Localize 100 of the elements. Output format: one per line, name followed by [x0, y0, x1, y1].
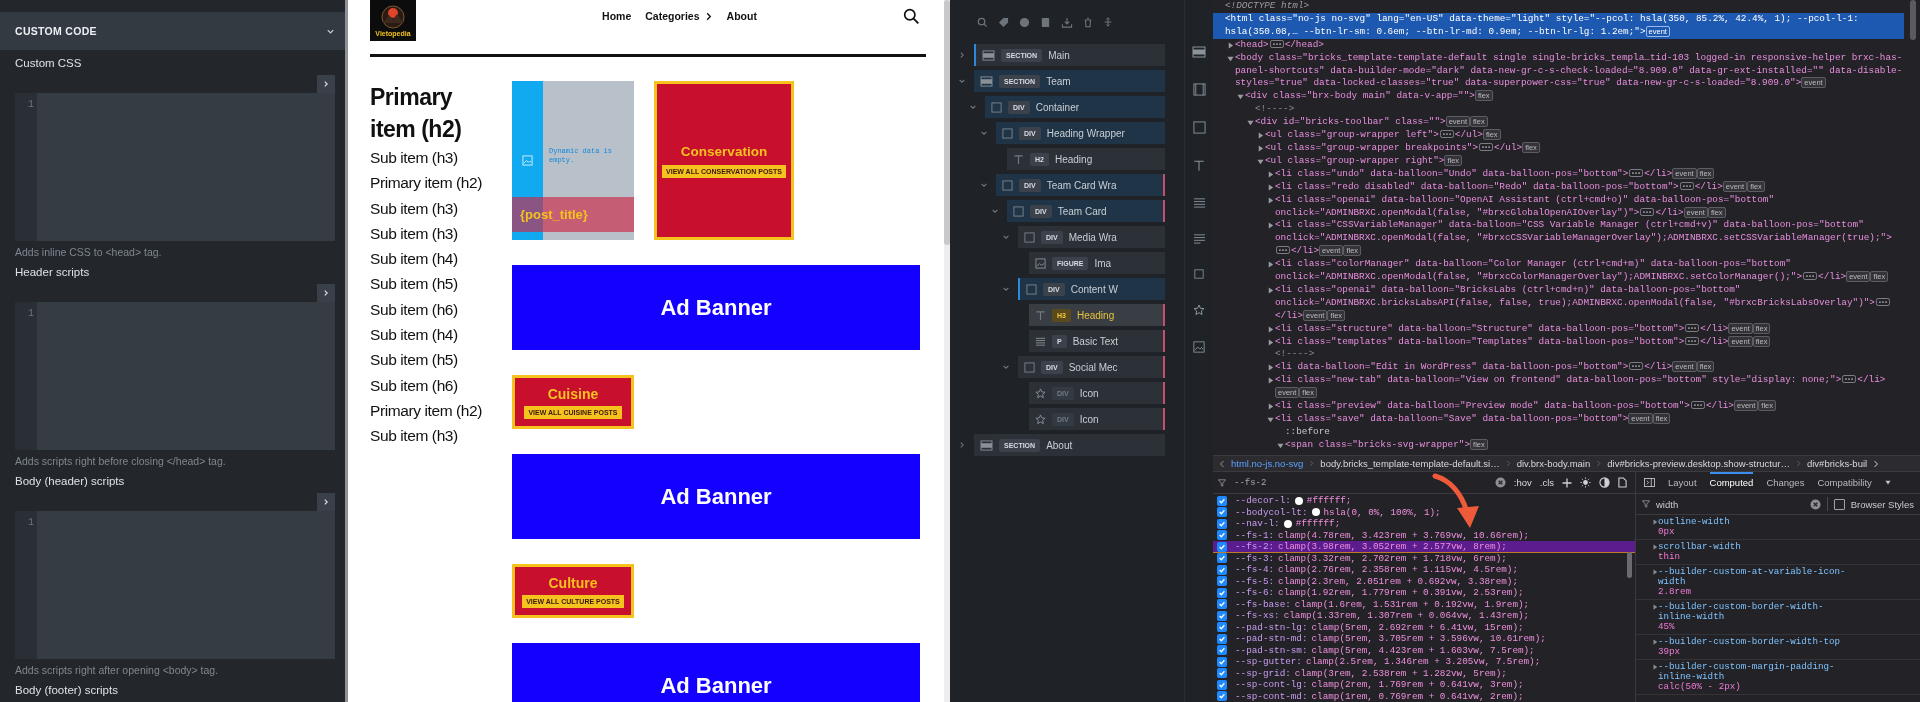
checkbox[interactable]: [1833, 498, 1845, 510]
ellipsis-icon[interactable]: [1629, 168, 1644, 177]
checkbox[interactable]: [1217, 530, 1227, 541]
property-name[interactable]: --builder-custom-border-width-inline-width: [1658, 602, 1858, 622]
caret-icon[interactable]: [1884, 480, 1891, 485]
disclosure-icon[interactable]: [1652, 639, 1658, 645]
breadcrumb[interactable]: html.no-js.no-svg: [1231, 458, 1304, 469]
disclosure-icon[interactable]: [1266, 222, 1274, 230]
clear-icon[interactable]: [1494, 477, 1506, 488]
checkbox[interactable]: [1217, 633, 1227, 644]
ellipsis-icon[interactable]: [1640, 207, 1655, 216]
scrollbar-thumb[interactable]: [944, 0, 950, 245]
ellipsis-icon[interactable]: [1479, 142, 1494, 151]
toc-link[interactable]: Sub item (h3): [370, 145, 512, 171]
image-icon[interactable]: [1193, 341, 1205, 353]
toc-link[interactable]: Sub item (h5): [370, 271, 512, 297]
disclosure-icon[interactable]: [1266, 403, 1274, 411]
trash-icon[interactable]: [1083, 16, 1093, 28]
toc-link[interactable]: Sub item (h3): [370, 423, 512, 449]
disclosure-icon[interactable]: [1266, 338, 1274, 346]
globe-icon[interactable]: [1019, 16, 1030, 28]
property-value[interactable]: clamp(4.78rem, 3.423rem + 3.769vw, 10.66rem);: [1278, 529, 1530, 541]
checkbox-label[interactable]: Browser Styles: [1850, 498, 1914, 510]
ellipsis-icon[interactable]: [1685, 323, 1700, 332]
toc-link[interactable]: Sub item (h6): [370, 296, 512, 323]
ellipsis-icon[interactable]: [1875, 297, 1890, 306]
property-name[interactable]: --builder-custom-at-variable-icon-width: [1658, 567, 1858, 587]
disclosure-icon[interactable]: [1256, 144, 1264, 152]
chevron-icon[interactable]: [1002, 285, 1010, 293]
property-value[interactable]: clamp(3.98rem, 3.052rem + 2.577vw, 8rem);: [1278, 541, 1507, 553]
chevron-icon[interactable]: [980, 129, 988, 137]
panel-tab[interactable]: Compatibility: [1817, 472, 1872, 493]
checkbox[interactable]: [1217, 599, 1227, 610]
property-value[interactable]: clamp(5rem, 3.705rem + 3.596vw, 10.61rem);: [1311, 633, 1546, 645]
checkbox[interactable]: [1217, 576, 1227, 587]
disclosure-icon[interactable]: [1256, 132, 1264, 139]
checkbox[interactable]: [1217, 668, 1227, 679]
disclosure-icon[interactable]: [1266, 170, 1274, 178]
ellipsis-icon[interactable]: [1842, 375, 1857, 384]
disclosure-icon[interactable]: [1266, 196, 1274, 204]
disclosure-icon[interactable]: [1276, 441, 1284, 449]
property-name[interactable]: --fs-base:: [1235, 598, 1291, 610]
breadcrumb[interactable]: div.brx-body.main: [1516, 458, 1591, 469]
disclosure-icon[interactable]: [1266, 325, 1274, 333]
disclosure-icon[interactable]: [1652, 569, 1658, 575]
container-icon[interactable]: [1192, 83, 1206, 96]
property-name[interactable]: --fs-3:: [1235, 552, 1275, 564]
disclosure-icon[interactable]: [1652, 519, 1658, 525]
ellipsis-icon[interactable]: [1629, 362, 1644, 371]
color-swatch[interactable]: [1311, 508, 1320, 517]
disclosure-icon[interactable]: [1652, 544, 1658, 550]
disclosure-icon[interactable]: [1236, 93, 1244, 101]
chevron-icon[interactable]: [991, 207, 999, 215]
property-name[interactable]: outline-width: [1658, 517, 1730, 527]
ellipsis-icon[interactable]: [1690, 401, 1705, 410]
property-name[interactable]: --sp-cont-md:: [1235, 690, 1308, 702]
property-value[interactable]: clamp(1rem, 0.769rem + 0.641vw, 2rem);: [1311, 690, 1524, 702]
property-value[interactable]: clamp(2.3rem, 2.051rem + 0.692vw, 3.38rem);: [1278, 575, 1518, 587]
checkbox[interactable]: [1217, 518, 1227, 529]
expand-icon[interactable]: [1103, 16, 1113, 28]
toolbar-button[interactable]: .cls: [1539, 477, 1554, 488]
toc-link[interactable]: Sub item (h4): [370, 246, 512, 272]
property-name[interactable]: scrollbar-width: [1658, 542, 1741, 552]
text-lines-icon[interactable]: [1192, 233, 1206, 244]
tag-icon[interactable]: [998, 16, 1009, 28]
disclosure-icon[interactable]: [1266, 364, 1274, 372]
property-name[interactable]: --fs-2:: [1235, 541, 1275, 553]
checkbox[interactable]: [1217, 645, 1227, 656]
filter-field[interactable]: --fs-2: [1234, 477, 1487, 488]
download-icon[interactable]: [1061, 16, 1073, 28]
disclosure-icon[interactable]: [1266, 261, 1274, 269]
toc-link[interactable]: Sub item (h3): [370, 220, 512, 247]
chevron-icon[interactable]: [1002, 233, 1010, 241]
toc-link[interactable]: Sub item (h5): [370, 347, 512, 373]
chevron-icon[interactable]: [1002, 363, 1010, 371]
ellipsis-icon[interactable]: [1685, 336, 1700, 345]
property-name[interactable]: --decor-l:: [1235, 495, 1291, 507]
checkbox[interactable]: [1217, 507, 1227, 518]
sun-icon[interactable]: [1580, 477, 1591, 488]
disclosure-icon[interactable]: [1256, 157, 1264, 165]
panel-tab[interactable]: Computed: [1709, 472, 1754, 493]
scrollbar-thumb[interactable]: [1910, 0, 1916, 40]
property-name[interactable]: --fs-5:: [1235, 575, 1275, 587]
chevron-icon[interactable]: [958, 441, 966, 449]
panel-header[interactable]: CUSTOM CODE: [0, 12, 345, 50]
clear-icon[interactable]: [1809, 498, 1821, 510]
chevron-icon[interactable]: [958, 51, 966, 59]
disclosure-icon[interactable]: [1226, 41, 1234, 49]
checkbox[interactable]: [1217, 564, 1227, 575]
property-name[interactable]: --fs-4:: [1235, 564, 1275, 576]
property-name[interactable]: --pad-stn-sm:: [1235, 644, 1308, 656]
search-icon[interactable]: [903, 8, 920, 25]
property-name[interactable]: --sp-grid:: [1235, 667, 1291, 679]
chevron-icon[interactable]: [958, 77, 966, 85]
checkbox[interactable]: [1217, 679, 1227, 690]
disclosure-icon[interactable]: [1266, 415, 1274, 423]
checkbox[interactable]: [1217, 656, 1227, 667]
property-value[interactable]: clamp(3rem, 2.538rem + 1.282vw, 5rem);: [1294, 667, 1507, 679]
property-name[interactable]: --sp-gutter:: [1235, 656, 1302, 668]
checkbox[interactable]: [1217, 541, 1227, 552]
